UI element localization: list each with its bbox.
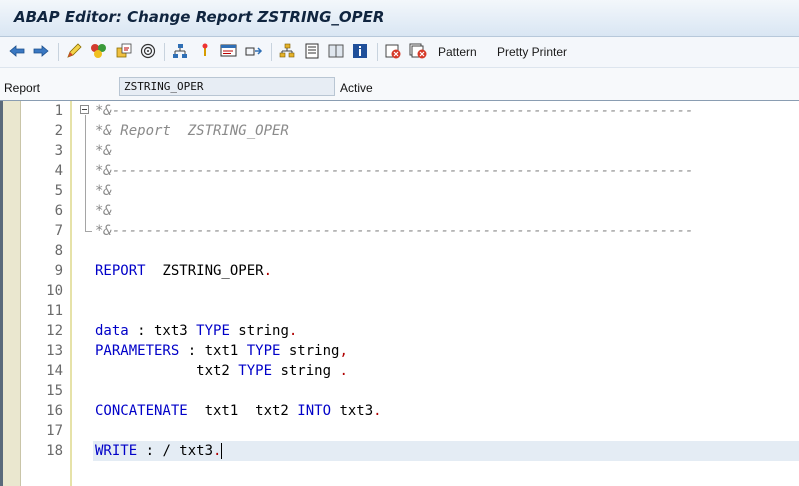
- print-icon[interactable]: [303, 42, 321, 60]
- code-text: string: [272, 363, 340, 379]
- hierarchy-icon[interactable]: [171, 42, 189, 60]
- code-line-report: REPORT ZSTRING_OPER.: [95, 263, 272, 279]
- activate-icon[interactable]: [90, 42, 108, 60]
- text-cursor: [221, 443, 223, 459]
- keyword: data: [95, 323, 129, 339]
- keyword: TYPE: [238, 363, 273, 379]
- line-number: 14: [46, 363, 63, 379]
- code-text: txt1 txt2: [187, 403, 298, 419]
- code-text: : txt1: [179, 343, 247, 359]
- toolbar-separator: [58, 43, 59, 61]
- report-info-bar: Report ZSTRING_OPER Active: [0, 68, 799, 101]
- code-editor[interactable]: 1 2 3 4 5 6 7 8 9 10 11 12 13 14 15 16 1…: [0, 101, 799, 486]
- toolbar-separator: [164, 43, 165, 61]
- code-line-parameters-cont: txt2 TYPE string .: [95, 363, 348, 379]
- line-number: 7: [54, 223, 63, 239]
- toolbar-separator: [377, 43, 378, 61]
- info-icon[interactable]: [351, 42, 369, 60]
- keyword: REPORT: [95, 263, 146, 279]
- line-number: 2: [54, 123, 63, 139]
- keyword: INTO: [297, 403, 332, 419]
- code-text: : / txt3: [137, 443, 214, 459]
- forward-arrow-icon[interactable]: [32, 42, 50, 60]
- keyword: CONCATENATE: [95, 403, 188, 419]
- editor-gutter: [3, 101, 21, 486]
- line-number: 1: [54, 103, 63, 119]
- navigate-icon[interactable]: [245, 42, 263, 60]
- code-text: txt2: [95, 363, 239, 379]
- keyword: TYPE: [196, 323, 230, 339]
- line-number: 16: [46, 403, 63, 419]
- back-arrow-icon[interactable]: [8, 42, 26, 60]
- code-line-concatenate: CONCATENATE txt1 txt2 INTO txt3.: [95, 403, 382, 419]
- code-line-comment: *&: [95, 203, 112, 219]
- code-text: : txt3: [128, 323, 197, 339]
- line-number: 12: [46, 323, 63, 339]
- code-line-parameters: PARAMETERS : txt1 TYPE string,: [95, 343, 348, 359]
- line-number: 13: [46, 343, 63, 359]
- statement-end: .: [288, 323, 298, 339]
- statement-end: .: [213, 443, 222, 459]
- code-line-write: WRITE : / txt3.: [95, 443, 223, 459]
- line-number: 5: [54, 183, 63, 199]
- other-object-icon[interactable]: [115, 42, 133, 60]
- code-line-comment: *&--------------------------------------…: [95, 223, 694, 239]
- report-name-field[interactable]: ZSTRING_OPER: [119, 77, 335, 96]
- report-label: Report: [4, 81, 41, 95]
- where-used-icon[interactable]: [139, 42, 157, 60]
- delete-all-icon[interactable]: [409, 42, 427, 60]
- delete-icon[interactable]: [384, 42, 402, 60]
- application-toolbar: Pattern Pretty Printer: [0, 37, 799, 68]
- pretty-printer-button[interactable]: Pretty Printer: [497, 45, 567, 59]
- line-number: 9: [54, 263, 63, 279]
- code-line-comment: *&: [95, 183, 112, 199]
- line-number: 3: [54, 143, 63, 159]
- keyword: WRITE: [95, 443, 138, 459]
- statement-end: .: [263, 263, 273, 279]
- code-text: string: [229, 323, 289, 339]
- line-number: 10: [46, 283, 63, 299]
- code-text: ZSTRING_OPER: [145, 263, 264, 279]
- line-number-column: 1 2 3 4 5 6 7 8 9 10 11 12 13 14 15 16 1…: [21, 101, 72, 486]
- fold-guide: [85, 115, 86, 232]
- line-number: 18: [46, 443, 63, 459]
- display-object-list-icon[interactable]: [220, 42, 238, 60]
- code-line-comment: *& Report ZSTRING_OPER: [95, 123, 289, 139]
- line-number: 4: [54, 163, 63, 179]
- line-number: 15: [46, 383, 63, 399]
- code-line-comment: *&: [95, 143, 112, 159]
- statement-end: .: [339, 363, 348, 379]
- display-change-icon[interactable]: [65, 42, 83, 60]
- split-screen-icon[interactable]: [327, 42, 345, 60]
- code-line-comment: *&--------------------------------------…: [95, 163, 694, 179]
- status-text: Active: [340, 81, 373, 95]
- collapse-block-icon[interactable]: [80, 105, 89, 114]
- line-number: 11: [46, 303, 63, 319]
- code-line-data: data : txt3 TYPE string.: [95, 323, 297, 339]
- toolbar-separator: [271, 43, 272, 61]
- statement-end: .: [373, 403, 382, 419]
- statement-end: ,: [339, 343, 348, 359]
- title-bar: ABAP Editor: Change Report ZSTRING_OPER: [0, 0, 799, 37]
- pattern-button[interactable]: Pattern: [438, 45, 477, 59]
- code-line-comment: *&--------------------------------------…: [95, 103, 694, 119]
- line-number: 17: [46, 423, 63, 439]
- window-title: ABAP Editor: Change Report ZSTRING_OPER: [14, 8, 385, 26]
- keyword: TYPE: [246, 343, 281, 359]
- code-text: txt3: [331, 403, 374, 419]
- line-number: 6: [54, 203, 63, 219]
- object-list-icon[interactable]: [278, 42, 296, 60]
- breakpoint-icon[interactable]: [196, 42, 214, 60]
- fold-guide-end: [85, 231, 92, 232]
- line-number: 8: [54, 243, 63, 259]
- keyword: PARAMETERS: [95, 343, 180, 359]
- code-text: string: [280, 343, 340, 359]
